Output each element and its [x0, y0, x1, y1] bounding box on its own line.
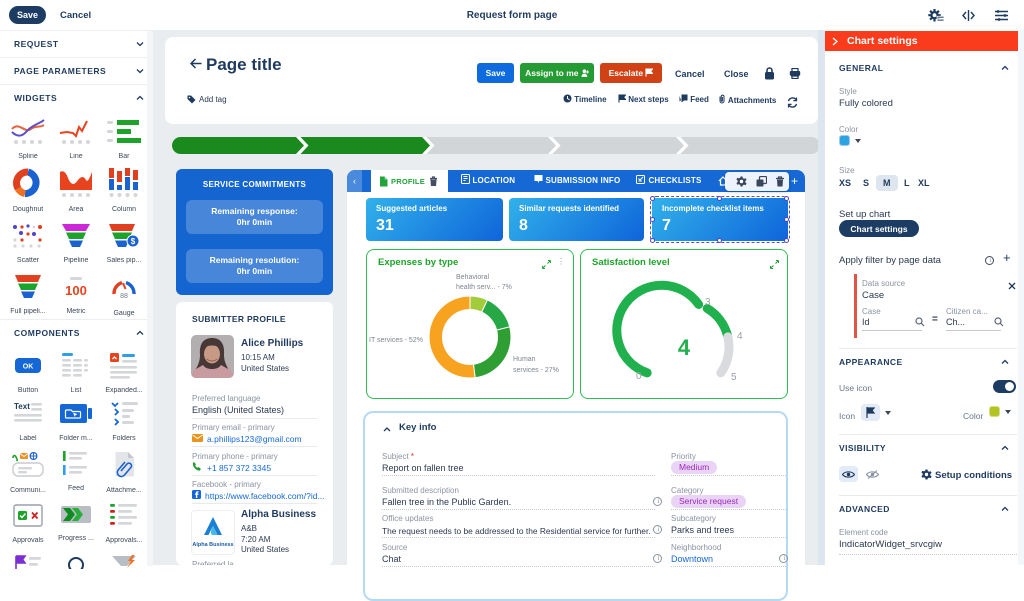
- svg-text:$: $: [131, 237, 136, 246]
- svg-text:5: 5: [731, 372, 737, 383]
- svg-text:88: 88: [120, 293, 128, 300]
- svg-text:health serv... - 7%: health serv... - 7%: [456, 284, 512, 291]
- svg-text:3: 3: [705, 297, 711, 308]
- svg-text:Text: Text: [14, 402, 30, 411]
- svg-text:Human: Human: [513, 356, 536, 363]
- svg-text:100: 100: [65, 283, 87, 298]
- svg-text:services - 27%: services - 27%: [513, 367, 559, 374]
- svg-text:4: 4: [678, 335, 691, 360]
- svg-text:4: 4: [737, 331, 743, 342]
- svg-text:Behavioral: Behavioral: [456, 274, 490, 281]
- svg-text:OK: OK: [23, 364, 34, 371]
- svg-text:IT services - 52%: IT services - 52%: [369, 337, 423, 344]
- svg-text:0: 0: [636, 371, 642, 382]
